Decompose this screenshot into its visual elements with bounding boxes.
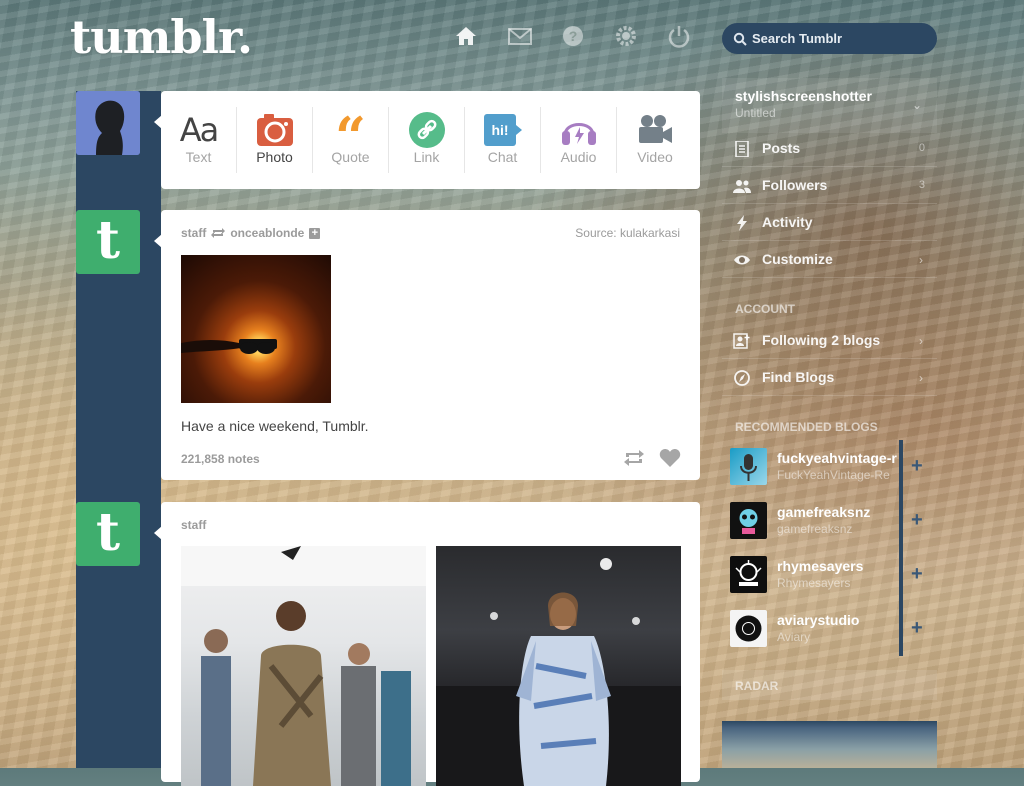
plus-icon: + (911, 455, 923, 477)
chevron-right-icon: › (919, 334, 923, 348)
blog-avatar (730, 610, 767, 647)
recommended-blog[interactable]: fuckyeahvintage-r FuckYeahVintage-Re (722, 440, 900, 494)
chevron-right-icon: › (919, 371, 923, 385)
sidebar-item-posts[interactable]: Posts 0 (722, 131, 937, 167)
post-type-chat[interactable]: hi! Chat (465, 107, 541, 173)
search-box[interactable] (722, 23, 937, 54)
search-icon (733, 32, 747, 46)
blog-subtitle: Untitled (735, 106, 776, 120)
post-type-link[interactable]: Link (389, 107, 465, 173)
chevron-right-icon: › (919, 253, 923, 267)
reblog-icon (211, 228, 226, 238)
sidebar-item-followers[interactable]: Followers 3 (722, 168, 937, 204)
blog-avatar (730, 556, 767, 593)
recommended-blog[interactable]: rhymesayers Rhymesayers (722, 548, 900, 602)
post-author[interactable]: staff (181, 226, 206, 240)
svg-text:?: ? (569, 28, 578, 44)
post-caption: Have a nice weekend, Tumblr. (181, 418, 369, 434)
staff-avatar[interactable]: t (76, 502, 140, 566)
staff-avatar[interactable]: t (76, 210, 140, 274)
follow-button[interactable]: + (903, 602, 937, 656)
reblog-button[interactable] (623, 448, 645, 468)
help-icon[interactable]: ? (560, 24, 586, 48)
lightning-icon (733, 215, 751, 231)
search-input[interactable] (752, 23, 922, 54)
headphones-icon (541, 111, 616, 149)
sidebar-item-activity[interactable]: Activity (722, 205, 937, 241)
recommended-blog[interactable]: aviarystudio Aviary (722, 602, 900, 656)
blog-avatar (730, 448, 767, 485)
tumblr-logo[interactable]: tumblr. (70, 10, 253, 64)
chat-icon: hi! (465, 111, 540, 149)
radar-image[interactable] (722, 721, 937, 768)
people-icon (733, 178, 751, 194)
radar-header: RADAR (722, 670, 937, 700)
post-photo[interactable] (181, 546, 426, 786)
post-type-photo[interactable]: Photo (237, 107, 313, 173)
post-notes[interactable]: 221,858 notes (181, 452, 260, 466)
plus-icon: + (911, 617, 923, 639)
post-header: staff onceablonde + (181, 226, 321, 240)
quote-icon: “ (334, 105, 367, 169)
account-heading: ACCOUNT (735, 302, 795, 316)
power-icon[interactable] (666, 24, 692, 48)
post-type-quote[interactable]: “ Quote (313, 107, 389, 173)
document-icon (733, 141, 751, 157)
blog-name[interactable]: stylishscreenshotter (735, 88, 872, 104)
mail-icon[interactable] (507, 24, 533, 48)
post-type-selector: Aa Text Photo “ Quote Link hi! Chat Audi… (161, 91, 700, 189)
follow-button[interactable]: + (903, 494, 937, 548)
sidebar-item-following[interactable]: Following 2 blogs › (722, 323, 937, 359)
like-button[interactable] (659, 448, 681, 468)
post-type-text[interactable]: Aa Text (161, 107, 237, 173)
sidebar-item-customize[interactable]: Customize › (722, 242, 937, 278)
plus-icon: + (911, 563, 923, 585)
blog-avatar (730, 502, 767, 539)
post-card: staff onceablonde + Source: kulakarkasi … (161, 210, 700, 480)
link-icon (389, 111, 464, 149)
follow-button[interactable]: + (903, 548, 937, 602)
follow-plus-icon[interactable]: + (309, 227, 321, 239)
reblogged-from[interactable]: onceablonde (230, 226, 304, 240)
svg-text:hi!: hi! (491, 122, 508, 138)
recommended-heading: RECOMMENDED BLOGS (735, 420, 878, 434)
gear-icon[interactable] (613, 24, 639, 48)
post-header: staff (181, 518, 206, 532)
follow-button[interactable]: + (903, 440, 937, 494)
compass-icon (733, 370, 751, 386)
post-source[interactable]: Source: kulakarkasi (575, 226, 680, 240)
user-avatar[interactable] (76, 91, 140, 155)
video-camera-icon (617, 111, 693, 149)
home-icon[interactable] (453, 24, 479, 48)
recommended-blog[interactable]: gamefreaksnz gamefreaksnz (722, 494, 900, 548)
post-type-audio[interactable]: Audio (541, 107, 617, 173)
sidebar-item-find-blogs[interactable]: Find Blogs › (722, 360, 937, 396)
plus-icon: + (911, 509, 923, 531)
post-photo[interactable] (181, 255, 331, 403)
post-photo[interactable] (436, 546, 681, 786)
post-author[interactable]: staff (181, 518, 206, 532)
post-card: staff (161, 502, 700, 786)
text-icon: Aa (179, 111, 219, 149)
dashboard-column (76, 91, 161, 768)
chevron-down-icon[interactable]: ⌄ (912, 98, 922, 112)
eye-icon (733, 252, 751, 268)
add-user-icon (733, 333, 751, 349)
post-type-video[interactable]: Video (617, 107, 693, 173)
camera-icon (237, 111, 312, 149)
